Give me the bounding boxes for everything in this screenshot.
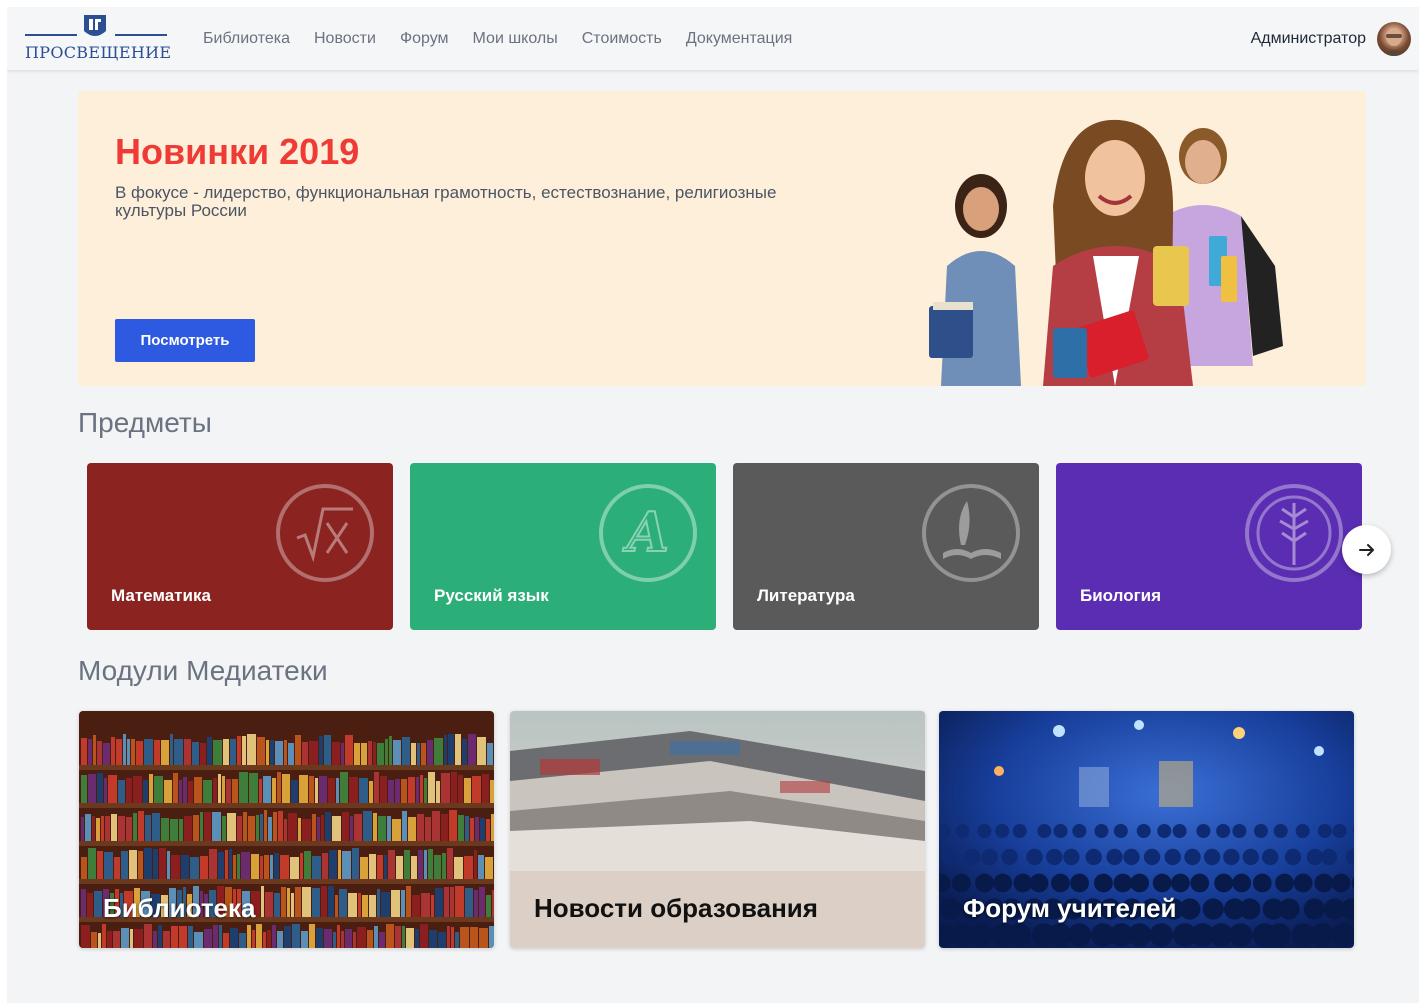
hero-subtitle: В фокусе - лидерство, функциональная гра…: [115, 183, 777, 220]
nav-library[interactable]: Библиотека: [203, 30, 290, 48]
module-card-library[interactable]: Библиотека: [79, 711, 494, 948]
hero-title: Новинки 2019: [115, 131, 360, 172]
avatar-face-icon: [1381, 27, 1407, 56]
nav-my-schools[interactable]: Мои школы: [473, 30, 558, 48]
subjects-title: Предметы: [78, 407, 212, 438]
subject-card-russian[interactable]: A Русский язык: [410, 463, 716, 630]
top-navbar: ПРОСВЕЩЕНИЕ Библиотека Новости Форум Мои…: [7, 7, 1419, 70]
view-button[interactable]: Посмотреть: [115, 319, 255, 362]
subject-label-biology: Биология: [1080, 586, 1162, 605]
hero-banner: Новинки 2019 В фокусе - лидерство, функц…: [78, 91, 1366, 386]
square-root-x-icon: [276, 484, 374, 582]
logo-emblem-icon: [84, 15, 106, 36]
logo-line-left: [25, 34, 77, 36]
carousel-next-button[interactable]: [1342, 525, 1391, 574]
modules-title: Модули Медиатеки: [78, 655, 328, 686]
quill-book-icon: [922, 484, 1020, 582]
app-frame: ПРОСВЕЩЕНИЕ Библиотека Новости Форум Мои…: [7, 7, 1419, 1003]
main-nav: Библиотека Новости Форум Мои школы Стоим…: [203, 7, 816, 70]
subject-card-literature[interactable]: Литература: [733, 463, 1039, 630]
svg-text:A: A: [622, 500, 669, 564]
students-illustration: [929, 119, 1283, 386]
user-menu[interactable]: Администратор: [1251, 7, 1411, 70]
leaf-icon: [1245, 484, 1343, 582]
subject-label-russian: Русский язык: [434, 586, 549, 605]
module-card-news[interactable]: Новости образования: [510, 711, 925, 948]
nav-pricing[interactable]: Стоимость: [582, 30, 662, 48]
subject-label-math: Математика: [111, 586, 211, 605]
module-label-library: Библиотека: [103, 893, 256, 923]
nav-news[interactable]: Новости: [314, 30, 376, 48]
module-label-news: Новости образования: [534, 893, 818, 923]
nav-documentation[interactable]: Документация: [686, 30, 792, 48]
user-name[interactable]: Администратор: [1251, 30, 1366, 48]
logo-line-right: [115, 34, 167, 36]
prosveshchenie-logo[interactable]: ПРОСВЕЩЕНИЕ: [25, 13, 172, 63]
arrow-right-icon: [1358, 543, 1374, 556]
letter-a-icon: A: [599, 484, 697, 582]
module-card-forum[interactable]: Форум учителей: [939, 711, 1354, 948]
module-label-forum: Форум учителей: [963, 893, 1177, 923]
logo-text: ПРОСВЕЩЕНИЕ: [25, 43, 172, 62]
nav-forum[interactable]: Форум: [400, 30, 449, 48]
avatar[interactable]: [1377, 21, 1411, 56]
subject-card-biology[interactable]: Биология: [1056, 463, 1362, 630]
subject-card-math[interactable]: Математика: [87, 463, 393, 630]
subject-label-literature: Литература: [757, 586, 855, 605]
